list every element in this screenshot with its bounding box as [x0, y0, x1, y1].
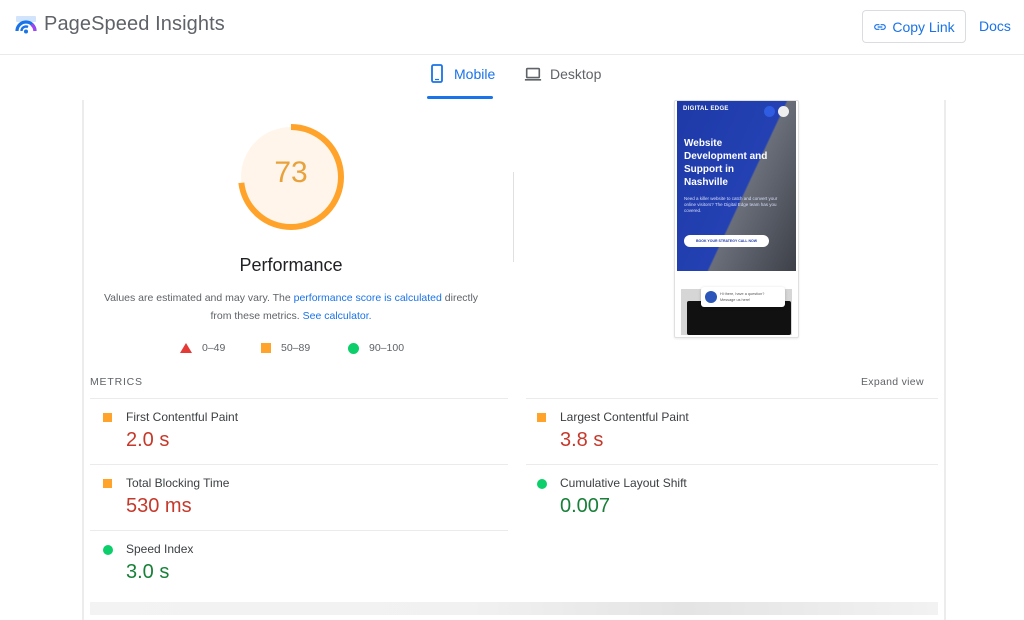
next-section-strip	[90, 602, 938, 615]
phone-icon	[431, 64, 443, 83]
circle-icon	[348, 342, 359, 354]
thumbnail-cta: BOOK YOUR STRATEGY CALL NOW	[684, 235, 769, 247]
good-circle-icon	[537, 479, 547, 489]
metric-total-blocking-time: Total Blocking Time 530 ms	[91, 472, 491, 532]
legend-pass: 90–100	[348, 342, 404, 354]
metrics-divider	[90, 530, 508, 531]
metric-value: 530 ms	[126, 495, 192, 517]
metric-first-contentful-paint: First Contentful Paint 2.0 s	[91, 406, 491, 466]
thumbnail-chat-popup: Hi there, have a question? Message us he…	[701, 287, 785, 307]
active-tab-indicator	[427, 96, 493, 99]
legend-pass-label: 90–100	[369, 342, 405, 354]
link-icon	[874, 23, 887, 30]
score-calculated-link[interactable]: performance score is calculated	[294, 292, 442, 304]
metric-name: First Contentful Paint	[126, 410, 239, 424]
metric-value: 3.8 s	[560, 429, 604, 451]
expand-view-toggle[interactable]: Expand view	[861, 376, 924, 388]
metric-cumulative-layout-shift: Cumulative Layout Shift 0.007	[525, 472, 925, 532]
legend-fail: 0–49	[180, 342, 225, 354]
chat-avatar-icon	[705, 291, 717, 303]
page-screenshot-thumbnail[interactable]: DIGITAL EDGE Website Development and Sup…	[674, 100, 799, 338]
performance-score: 73	[274, 156, 308, 189]
tab-desktop[interactable]: Desktop	[524, 66, 601, 100]
docs-link[interactable]: Docs	[979, 18, 1011, 34]
thumbnail-chat-text: Hi there, have a question? Message us he…	[720, 292, 765, 302]
metrics-divider	[90, 464, 508, 465]
metric-value: 0.007	[560, 495, 611, 517]
metrics-heading: METRICS	[90, 376, 143, 388]
performance-title: Performance	[239, 255, 343, 275]
top-bar: PageSpeed Insights Copy Link Docs	[0, 0, 1024, 55]
copy-link-label: Copy Link	[892, 18, 955, 35]
menu-icon	[778, 106, 789, 117]
triangle-icon	[180, 343, 192, 353]
metric-name: Total Blocking Time	[126, 476, 230, 490]
average-square-icon	[103, 413, 112, 422]
copy-link-button[interactable]: Copy Link	[862, 10, 966, 43]
average-square-icon	[103, 479, 112, 488]
metrics-divider	[526, 398, 938, 399]
pagespeed-logo-icon	[15, 16, 37, 34]
thumbnail-hero: DIGITAL EDGE Website Development and Sup…	[677, 101, 796, 271]
legend-average: 50–89	[261, 342, 310, 354]
thumbnail-headline: Website Development and Support in Nashv…	[684, 138, 768, 188]
score-note: Values are estimated and may vary. The p…	[100, 289, 482, 325]
app-title: PageSpeed Insights	[44, 13, 225, 35]
metric-value: 2.0 s	[126, 429, 170, 451]
thumbnail-site-logo: DIGITAL EDGE	[683, 106, 729, 112]
legend-average-label: 50–89	[281, 342, 311, 354]
thumbnail-subtext: Need a killer website to catch and conve…	[684, 196, 778, 213]
square-icon	[261, 343, 271, 353]
device-tabs: Mobile Desktop	[0, 56, 1024, 100]
metric-name: Cumulative Layout Shift	[560, 476, 687, 490]
legend-fail-label: 0–49	[202, 342, 226, 354]
metric-speed-index: Speed Index 3.0 s	[91, 538, 491, 598]
laptop-icon	[524, 67, 542, 81]
metrics-divider	[90, 398, 508, 399]
section-divider	[513, 172, 514, 262]
metric-name: Largest Contentful Paint	[560, 410, 689, 424]
average-square-icon	[537, 413, 546, 422]
phone-call-icon	[764, 106, 775, 117]
metric-name: Speed Index	[126, 542, 194, 556]
metrics-divider	[526, 464, 938, 465]
see-calculator-link[interactable]: See calculator.	[303, 310, 372, 322]
tab-mobile-label: Mobile	[454, 66, 496, 82]
tab-mobile[interactable]: Mobile	[428, 64, 496, 100]
metric-largest-contentful-paint: Largest Contentful Paint 3.8 s	[525, 406, 925, 466]
good-circle-icon	[103, 545, 113, 555]
note-text-1: Values are estimated and may vary. The	[103, 292, 294, 304]
tab-desktop-label: Desktop	[550, 66, 602, 82]
metric-value: 3.0 s	[126, 561, 170, 583]
